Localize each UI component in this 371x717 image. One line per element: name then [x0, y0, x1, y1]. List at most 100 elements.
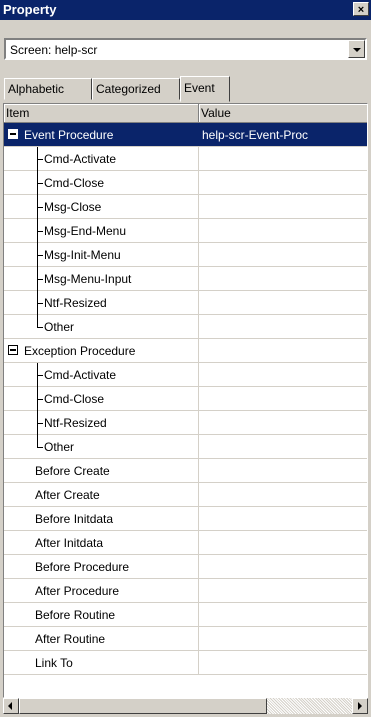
scroll-right-icon[interactable] [352, 698, 368, 714]
row-label: Cmd-Close [44, 176, 105, 190]
tree-branch [37, 207, 43, 208]
row-label: Before Create [35, 464, 110, 478]
table-row[interactable]: Other [4, 315, 367, 339]
table-row[interactable]: Other [4, 435, 367, 459]
row-label: Other [44, 320, 75, 334]
item-cell: After Routine [4, 627, 199, 650]
window-title: Property [3, 2, 57, 17]
chevron-down-icon[interactable] [348, 40, 365, 58]
tree-line [37, 435, 38, 447]
table-row[interactable]: Before Initdata [4, 507, 367, 531]
row-value[interactable]: help-scr-Event-Proc [202, 128, 308, 142]
row-label: After Procedure [35, 584, 120, 598]
item-cell: Cmd-Activate [4, 363, 199, 387]
tree-branch [37, 303, 43, 304]
table-row[interactable]: Cmd-Close [4, 387, 367, 411]
scroll-track[interactable] [267, 698, 352, 714]
row-label: Msg-Close [44, 200, 102, 214]
tree-branch [37, 327, 43, 328]
tab-event[interactable]: Event [180, 76, 230, 102]
row-label: Before Initdata [35, 512, 114, 526]
tab-alphabetic[interactable]: Alphabetic [4, 78, 92, 100]
table-row[interactable]: Msg-Init-Menu [4, 243, 367, 267]
property-grid: Item Value Event Procedure help-scr-Event… [3, 103, 368, 698]
item-cell: Before Initdata [4, 507, 199, 530]
item-cell: Other [4, 315, 199, 338]
collapse-icon[interactable] [8, 129, 18, 139]
item-cell: Cmd-Activate [4, 147, 199, 171]
item-cell: Before Create [4, 459, 199, 482]
row-label: Event Procedure [24, 128, 114, 142]
item-cell: Ntf-Resized [4, 411, 199, 435]
table-row[interactable]: Ntf-Resized [4, 291, 367, 315]
row-label: Before Procedure [35, 560, 130, 574]
table-row[interactable]: After Procedure [4, 579, 367, 603]
table-row[interactable]: After Initdata [4, 531, 367, 555]
row-label: After Initdata [35, 536, 104, 550]
row-label: Msg-Init-Menu [44, 248, 121, 262]
table-row[interactable]: Link To [4, 651, 367, 675]
table-row[interactable]: Cmd-Close [4, 171, 367, 195]
row-label: Before Routine [35, 608, 116, 622]
item-cell: Ntf-Resized [4, 291, 199, 315]
tree-line [37, 315, 38, 327]
scroll-thumb[interactable] [19, 698, 267, 714]
item-cell: Event Procedure [4, 123, 199, 146]
tree-branch [37, 231, 43, 232]
column-header-item[interactable]: Item [4, 104, 199, 122]
row-label: Msg-Menu-Input [44, 272, 132, 286]
tree-branch [37, 255, 43, 256]
item-cell: After Initdata [4, 531, 199, 554]
row-label: Exception Procedure [24, 344, 136, 358]
item-cell: Msg-Init-Menu [4, 243, 199, 267]
scroll-left-icon[interactable] [3, 698, 19, 714]
tree-branch [37, 183, 43, 184]
item-cell: Msg-End-Menu [4, 219, 199, 243]
table-row[interactable]: Before Procedure [4, 555, 367, 579]
table-row[interactable]: Ntf-Resized [4, 411, 367, 435]
collapse-icon[interactable] [8, 345, 18, 355]
item-cell: Cmd-Close [4, 387, 199, 411]
table-row[interactable]: Event Procedure help-scr-Event-Proc [4, 123, 367, 147]
table-row[interactable]: Cmd-Activate [4, 147, 367, 171]
tree-branch [37, 159, 43, 160]
title-bar: Property × [0, 0, 371, 20]
tree-branch [37, 399, 43, 400]
row-label: Ntf-Resized [44, 416, 107, 430]
item-cell: After Create [4, 483, 199, 506]
item-cell: Msg-Menu-Input [4, 267, 199, 291]
item-cell: Cmd-Close [4, 171, 199, 195]
horizontal-scrollbar[interactable] [3, 698, 368, 714]
screen-selector-value: Screen: help-scr [10, 43, 98, 57]
table-row[interactable]: Before Routine [4, 603, 367, 627]
tree-branch [37, 375, 43, 376]
item-cell: Exception Procedure [4, 339, 199, 362]
item-cell: Other [4, 435, 199, 458]
row-label: Cmd-Activate [44, 368, 117, 382]
tree-branch [37, 423, 43, 424]
table-row[interactable]: After Routine [4, 627, 367, 651]
table-row[interactable]: Msg-End-Menu [4, 219, 367, 243]
row-label: Cmd-Activate [44, 152, 117, 166]
row-label: Cmd-Close [44, 392, 105, 406]
row-label: Ntf-Resized [44, 296, 107, 310]
table-row[interactable]: Exception Procedure [4, 339, 367, 363]
column-header-value[interactable]: Value [199, 104, 367, 122]
tab-categorized[interactable]: Categorized [92, 78, 180, 100]
tree-branch [37, 447, 43, 448]
grid-header: Item Value [4, 104, 367, 123]
row-label: After Create [35, 488, 100, 502]
item-cell: Msg-Close [4, 195, 199, 219]
table-row[interactable]: After Create [4, 483, 367, 507]
row-label: Msg-End-Menu [44, 224, 127, 238]
screen-selector[interactable]: Screen: help-scr [4, 38, 367, 60]
item-cell: Before Procedure [4, 555, 199, 578]
table-row[interactable]: Msg-Menu-Input [4, 267, 367, 291]
table-row[interactable]: Cmd-Activate [4, 363, 367, 387]
close-icon[interactable]: × [353, 2, 369, 16]
row-label: Link To [35, 656, 73, 670]
item-cell: After Procedure [4, 579, 199, 602]
item-cell: Link To [4, 651, 199, 674]
table-row[interactable]: Msg-Close [4, 195, 367, 219]
table-row[interactable]: Before Create [4, 459, 367, 483]
